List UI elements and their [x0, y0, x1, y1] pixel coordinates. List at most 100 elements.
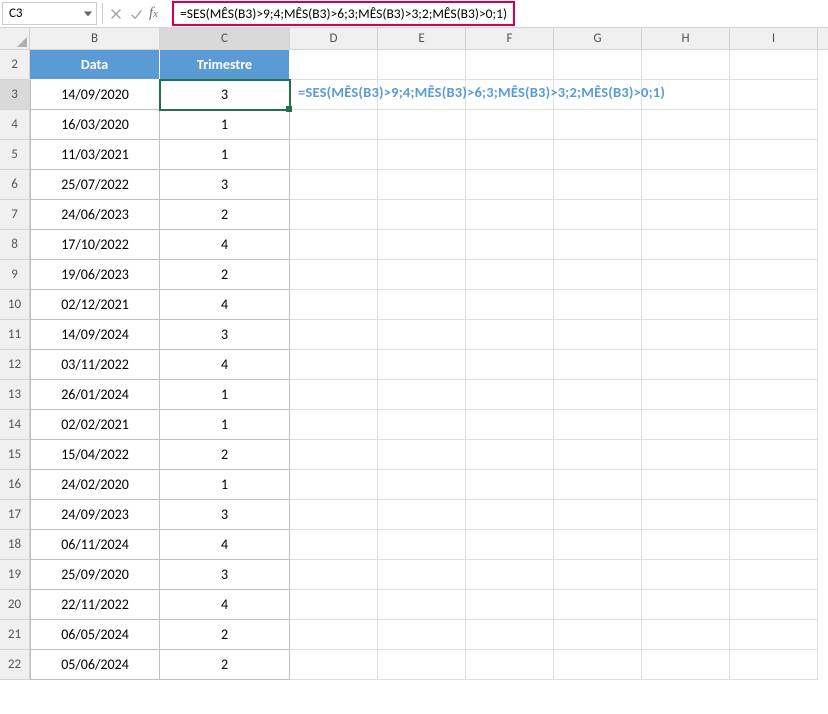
- empty-cell[interactable]: [466, 560, 554, 590]
- empty-cell[interactable]: [290, 350, 378, 380]
- empty-cell[interactable]: [290, 50, 378, 80]
- empty-cell[interactable]: [290, 530, 378, 560]
- empty-cell[interactable]: [730, 50, 818, 80]
- cell-data[interactable]: 22/11/2022: [30, 590, 160, 620]
- cell-data[interactable]: 14/09/2024: [30, 320, 160, 350]
- empty-cell[interactable]: [730, 140, 818, 170]
- empty-cell[interactable]: [466, 290, 554, 320]
- empty-cell[interactable]: [730, 350, 818, 380]
- empty-cell[interactable]: [730, 230, 818, 260]
- empty-cell[interactable]: [554, 590, 642, 620]
- empty-cell[interactable]: [642, 410, 730, 440]
- cell-data[interactable]: 06/11/2024: [30, 530, 160, 560]
- cell-trimestre[interactable]: 4: [160, 530, 290, 560]
- row-head-20[interactable]: 20: [0, 590, 30, 620]
- col-head-I[interactable]: I: [730, 28, 818, 49]
- empty-cell[interactable]: [554, 470, 642, 500]
- fx-icon[interactable]: fx: [149, 5, 158, 22]
- empty-cell[interactable]: [642, 440, 730, 470]
- empty-cell[interactable]: [466, 410, 554, 440]
- empty-cell[interactable]: [466, 500, 554, 530]
- cell-trimestre[interactable]: 1: [160, 380, 290, 410]
- empty-cell[interactable]: [378, 350, 466, 380]
- empty-cell[interactable]: [378, 650, 466, 680]
- empty-cell[interactable]: [642, 530, 730, 560]
- cell-data[interactable]: 03/11/2022: [30, 350, 160, 380]
- col-head-E[interactable]: E: [378, 28, 466, 49]
- empty-cell[interactable]: [554, 200, 642, 230]
- formula-input[interactable]: =SES(MÊS(B3)>9;4;MÊS(B3)>6;3;MÊS(B3)>3;2…: [172, 1, 515, 26]
- cell-trimestre[interactable]: 3: [160, 560, 290, 590]
- empty-cell[interactable]: [290, 260, 378, 290]
- empty-cell[interactable]: [554, 140, 642, 170]
- row-head-6[interactable]: 6: [0, 170, 30, 200]
- empty-cell[interactable]: [378, 380, 466, 410]
- empty-cell[interactable]: [554, 350, 642, 380]
- row-head-17[interactable]: 17: [0, 500, 30, 530]
- cell-trimestre[interactable]: 1: [160, 110, 290, 140]
- row-head-16[interactable]: 16: [0, 470, 30, 500]
- cell-data[interactable]: 16/03/2020: [30, 110, 160, 140]
- empty-cell[interactable]: [378, 560, 466, 590]
- empty-cell[interactable]: [554, 290, 642, 320]
- empty-cell[interactable]: [730, 470, 818, 500]
- empty-cell[interactable]: [730, 410, 818, 440]
- cell-trimestre[interactable]: 2: [160, 440, 290, 470]
- accept-icon[interactable]: [129, 7, 143, 21]
- cell-trimestre[interactable]: 2: [160, 650, 290, 680]
- row-head-4[interactable]: 4: [0, 110, 30, 140]
- empty-cell[interactable]: [378, 440, 466, 470]
- empty-cell[interactable]: [554, 650, 642, 680]
- empty-cell[interactable]: [554, 410, 642, 440]
- cell-data[interactable]: 25/07/2022: [30, 170, 160, 200]
- empty-cell[interactable]: [730, 560, 818, 590]
- empty-cell[interactable]: [466, 140, 554, 170]
- empty-cell[interactable]: [466, 620, 554, 650]
- empty-cell[interactable]: [730, 620, 818, 650]
- empty-cell[interactable]: [554, 500, 642, 530]
- empty-cell[interactable]: [378, 620, 466, 650]
- cell-trimestre[interactable]: 4: [160, 290, 290, 320]
- cell-data[interactable]: 14/09/2020: [30, 80, 160, 110]
- row-head-5[interactable]: 5: [0, 140, 30, 170]
- empty-cell[interactable]: [642, 200, 730, 230]
- empty-cell[interactable]: [642, 560, 730, 590]
- empty-cell[interactable]: [378, 500, 466, 530]
- empty-cell[interactable]: [554, 320, 642, 350]
- empty-cell[interactable]: [466, 260, 554, 290]
- empty-cell[interactable]: [642, 650, 730, 680]
- empty-cell[interactable]: [290, 110, 378, 140]
- empty-cell[interactable]: [466, 320, 554, 350]
- cell-trimestre[interactable]: 3: [160, 80, 290, 110]
- empty-cell[interactable]: [290, 500, 378, 530]
- empty-cell[interactable]: [290, 320, 378, 350]
- empty-cell[interactable]: [290, 140, 378, 170]
- row-head-10[interactable]: 10: [0, 290, 30, 320]
- empty-cell[interactable]: [290, 230, 378, 260]
- empty-cell[interactable]: [378, 320, 466, 350]
- empty-cell[interactable]: [730, 200, 818, 230]
- empty-cell[interactable]: [730, 290, 818, 320]
- col-head-B[interactable]: B: [30, 28, 160, 49]
- table-header-data[interactable]: Data: [30, 50, 160, 80]
- empty-cell[interactable]: [642, 380, 730, 410]
- empty-cell[interactable]: [466, 350, 554, 380]
- cell-data[interactable]: 02/02/2021: [30, 410, 160, 440]
- row-head-13[interactable]: 13: [0, 380, 30, 410]
- empty-cell[interactable]: [290, 470, 378, 500]
- cell-trimestre[interactable]: 4: [160, 230, 290, 260]
- row-head-11[interactable]: 11: [0, 320, 30, 350]
- empty-cell[interactable]: [378, 470, 466, 500]
- empty-cell[interactable]: [290, 380, 378, 410]
- cell-data[interactable]: 19/06/2023: [30, 260, 160, 290]
- empty-cell[interactable]: [554, 110, 642, 140]
- cell-trimestre[interactable]: 1: [160, 470, 290, 500]
- empty-cell[interactable]: [730, 260, 818, 290]
- empty-cell[interactable]: [554, 560, 642, 590]
- empty-cell[interactable]: [730, 500, 818, 530]
- empty-cell[interactable]: [642, 350, 730, 380]
- cell-data[interactable]: 24/06/2023: [30, 200, 160, 230]
- cell-data[interactable]: 25/09/2020: [30, 560, 160, 590]
- empty-cell[interactable]: [378, 530, 466, 560]
- empty-cell[interactable]: [554, 170, 642, 200]
